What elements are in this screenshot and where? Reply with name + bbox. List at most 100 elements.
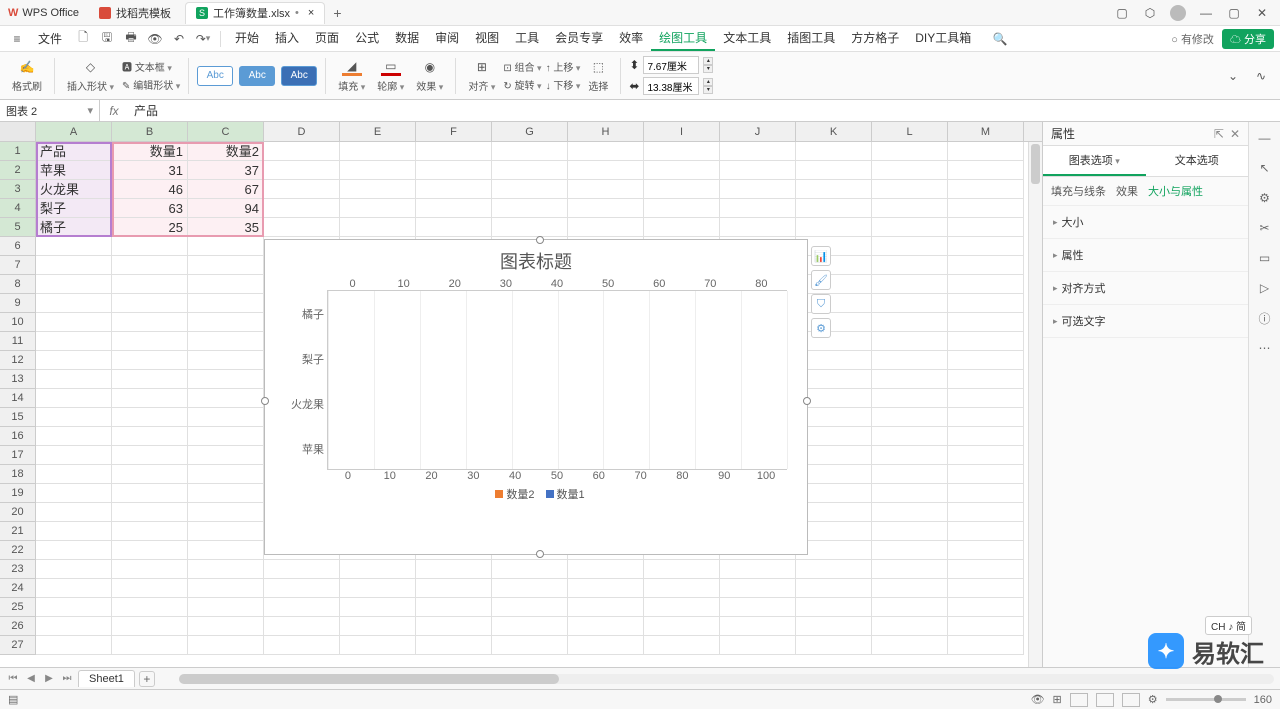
- cell-I4[interactable]: [644, 199, 720, 218]
- col-header-J[interactable]: J: [720, 122, 796, 141]
- cell-D25[interactable]: [264, 598, 340, 617]
- cell-C15[interactable]: [188, 408, 264, 427]
- row-header-13[interactable]: 13: [0, 370, 36, 389]
- row-header-23[interactable]: 23: [0, 560, 36, 579]
- cell-I5[interactable]: [644, 218, 720, 237]
- menu-公式[interactable]: 公式: [347, 26, 387, 51]
- cell-M16[interactable]: [948, 427, 1024, 446]
- sheet-nav-last[interactable]: ⏭: [60, 673, 74, 684]
- cell-L22[interactable]: [872, 541, 948, 560]
- menu-插入[interactable]: 插入: [267, 26, 307, 51]
- cell-D4[interactable]: [264, 199, 340, 218]
- section-size[interactable]: 大小: [1043, 206, 1248, 239]
- horizontal-scrollbar[interactable]: [179, 674, 1274, 684]
- cell-K1[interactable]: [796, 142, 872, 161]
- fx-button[interactable]: fx: [100, 104, 128, 118]
- select-all-corner[interactable]: [0, 122, 36, 141]
- shape-style-1[interactable]: Abc: [197, 66, 233, 86]
- cell-M1[interactable]: [948, 142, 1024, 161]
- cell-G26[interactable]: [492, 617, 568, 636]
- col-header-H[interactable]: H: [568, 122, 644, 141]
- cell-M19[interactable]: [948, 484, 1024, 503]
- cell-L14[interactable]: [872, 389, 948, 408]
- cell-A10[interactable]: [36, 313, 112, 332]
- cell-M12[interactable]: [948, 351, 1024, 370]
- cell-I26[interactable]: [644, 617, 720, 636]
- cell-C6[interactable]: [188, 237, 264, 256]
- strip-info-icon[interactable]: ⓘ: [1255, 308, 1275, 328]
- align-button[interactable]: ⊞对齐: [464, 58, 499, 93]
- cell-E23[interactable]: [340, 560, 416, 579]
- cell-C19[interactable]: [188, 484, 264, 503]
- chart-elements-button[interactable]: 📊: [811, 246, 831, 266]
- pin-icon[interactable]: ⇱: [1214, 127, 1224, 141]
- cell-J1[interactable]: [720, 142, 796, 161]
- cell-J25[interactable]: [720, 598, 796, 617]
- sheet-nav-next[interactable]: ▶: [42, 673, 56, 684]
- strip-settings-icon[interactable]: ⚙: [1255, 188, 1275, 208]
- cell-M5[interactable]: [948, 218, 1024, 237]
- cell-E24[interactable]: [340, 579, 416, 598]
- row-header-26[interactable]: 26: [0, 617, 36, 636]
- row-header-1[interactable]: 1: [0, 142, 36, 161]
- add-tab-button[interactable]: +: [333, 5, 341, 21]
- cell-H1[interactable]: [568, 142, 644, 161]
- select-button[interactable]: ⬚选择: [584, 58, 612, 93]
- row-header-6[interactable]: 6: [0, 237, 36, 256]
- cell-E3[interactable]: [340, 180, 416, 199]
- cell-D26[interactable]: [264, 617, 340, 636]
- cell-B16[interactable]: [112, 427, 188, 446]
- cell-A7[interactable]: [36, 256, 112, 275]
- col-header-B[interactable]: B: [112, 122, 188, 141]
- row-header-21[interactable]: 21: [0, 522, 36, 541]
- cell-C13[interactable]: [188, 370, 264, 389]
- strip-play-icon[interactable]: ▷: [1255, 278, 1275, 298]
- cell-L26[interactable]: [872, 617, 948, 636]
- cell-J26[interactable]: [720, 617, 796, 636]
- cell-L23[interactable]: [872, 560, 948, 579]
- cell-F1[interactable]: [416, 142, 492, 161]
- group-button[interactable]: ⊡ 组合: [503, 59, 541, 74]
- row-header-2[interactable]: 2: [0, 161, 36, 180]
- cell-A26[interactable]: [36, 617, 112, 636]
- cell-B5[interactable]: 25: [112, 218, 188, 237]
- cell-K27[interactable]: [796, 636, 872, 655]
- cell-F2[interactable]: [416, 161, 492, 180]
- user-avatar-icon[interactable]: [1166, 3, 1190, 23]
- row-header-18[interactable]: 18: [0, 465, 36, 484]
- cell-F27[interactable]: [416, 636, 492, 655]
- row-header-4[interactable]: 4: [0, 199, 36, 218]
- cell-G27[interactable]: [492, 636, 568, 655]
- hamburger-icon[interactable]: ≡: [6, 28, 28, 50]
- cell-I24[interactable]: [644, 579, 720, 598]
- cell-B20[interactable]: [112, 503, 188, 522]
- chart-styles-button[interactable]: 🖌: [811, 270, 831, 290]
- cell-L27[interactable]: [872, 636, 948, 655]
- menu-效率[interactable]: 效率: [611, 26, 651, 51]
- row-header-12[interactable]: 12: [0, 351, 36, 370]
- row-header-10[interactable]: 10: [0, 313, 36, 332]
- cell-C22[interactable]: [188, 541, 264, 560]
- cell-H23[interactable]: [568, 560, 644, 579]
- cell-C17[interactable]: [188, 446, 264, 465]
- outline-button[interactable]: ▭轮廓: [373, 58, 408, 93]
- cell-M26[interactable]: [948, 617, 1024, 636]
- col-header-D[interactable]: D: [264, 122, 340, 141]
- row-header-17[interactable]: 17: [0, 446, 36, 465]
- rotate-button[interactable]: ↻ 旋转: [503, 77, 541, 92]
- cell-G3[interactable]: [492, 180, 568, 199]
- sheet-nav-prev[interactable]: ◀: [24, 673, 38, 684]
- cell-E1[interactable]: [340, 142, 416, 161]
- cell-E25[interactable]: [340, 598, 416, 617]
- cell-C5[interactable]: 35: [188, 218, 264, 237]
- cell-D1[interactable]: [264, 142, 340, 161]
- cell-A16[interactable]: [36, 427, 112, 446]
- row-header-16[interactable]: 16: [0, 427, 36, 446]
- subtab-size-props[interactable]: 大小与属性: [1148, 183, 1203, 199]
- cell-A6[interactable]: [36, 237, 112, 256]
- cell-C3[interactable]: 67: [188, 180, 264, 199]
- cell-L1[interactable]: [872, 142, 948, 161]
- cell-L10[interactable]: [872, 313, 948, 332]
- menu-数据[interactable]: 数据: [387, 26, 427, 51]
- add-sheet-button[interactable]: +: [139, 671, 155, 687]
